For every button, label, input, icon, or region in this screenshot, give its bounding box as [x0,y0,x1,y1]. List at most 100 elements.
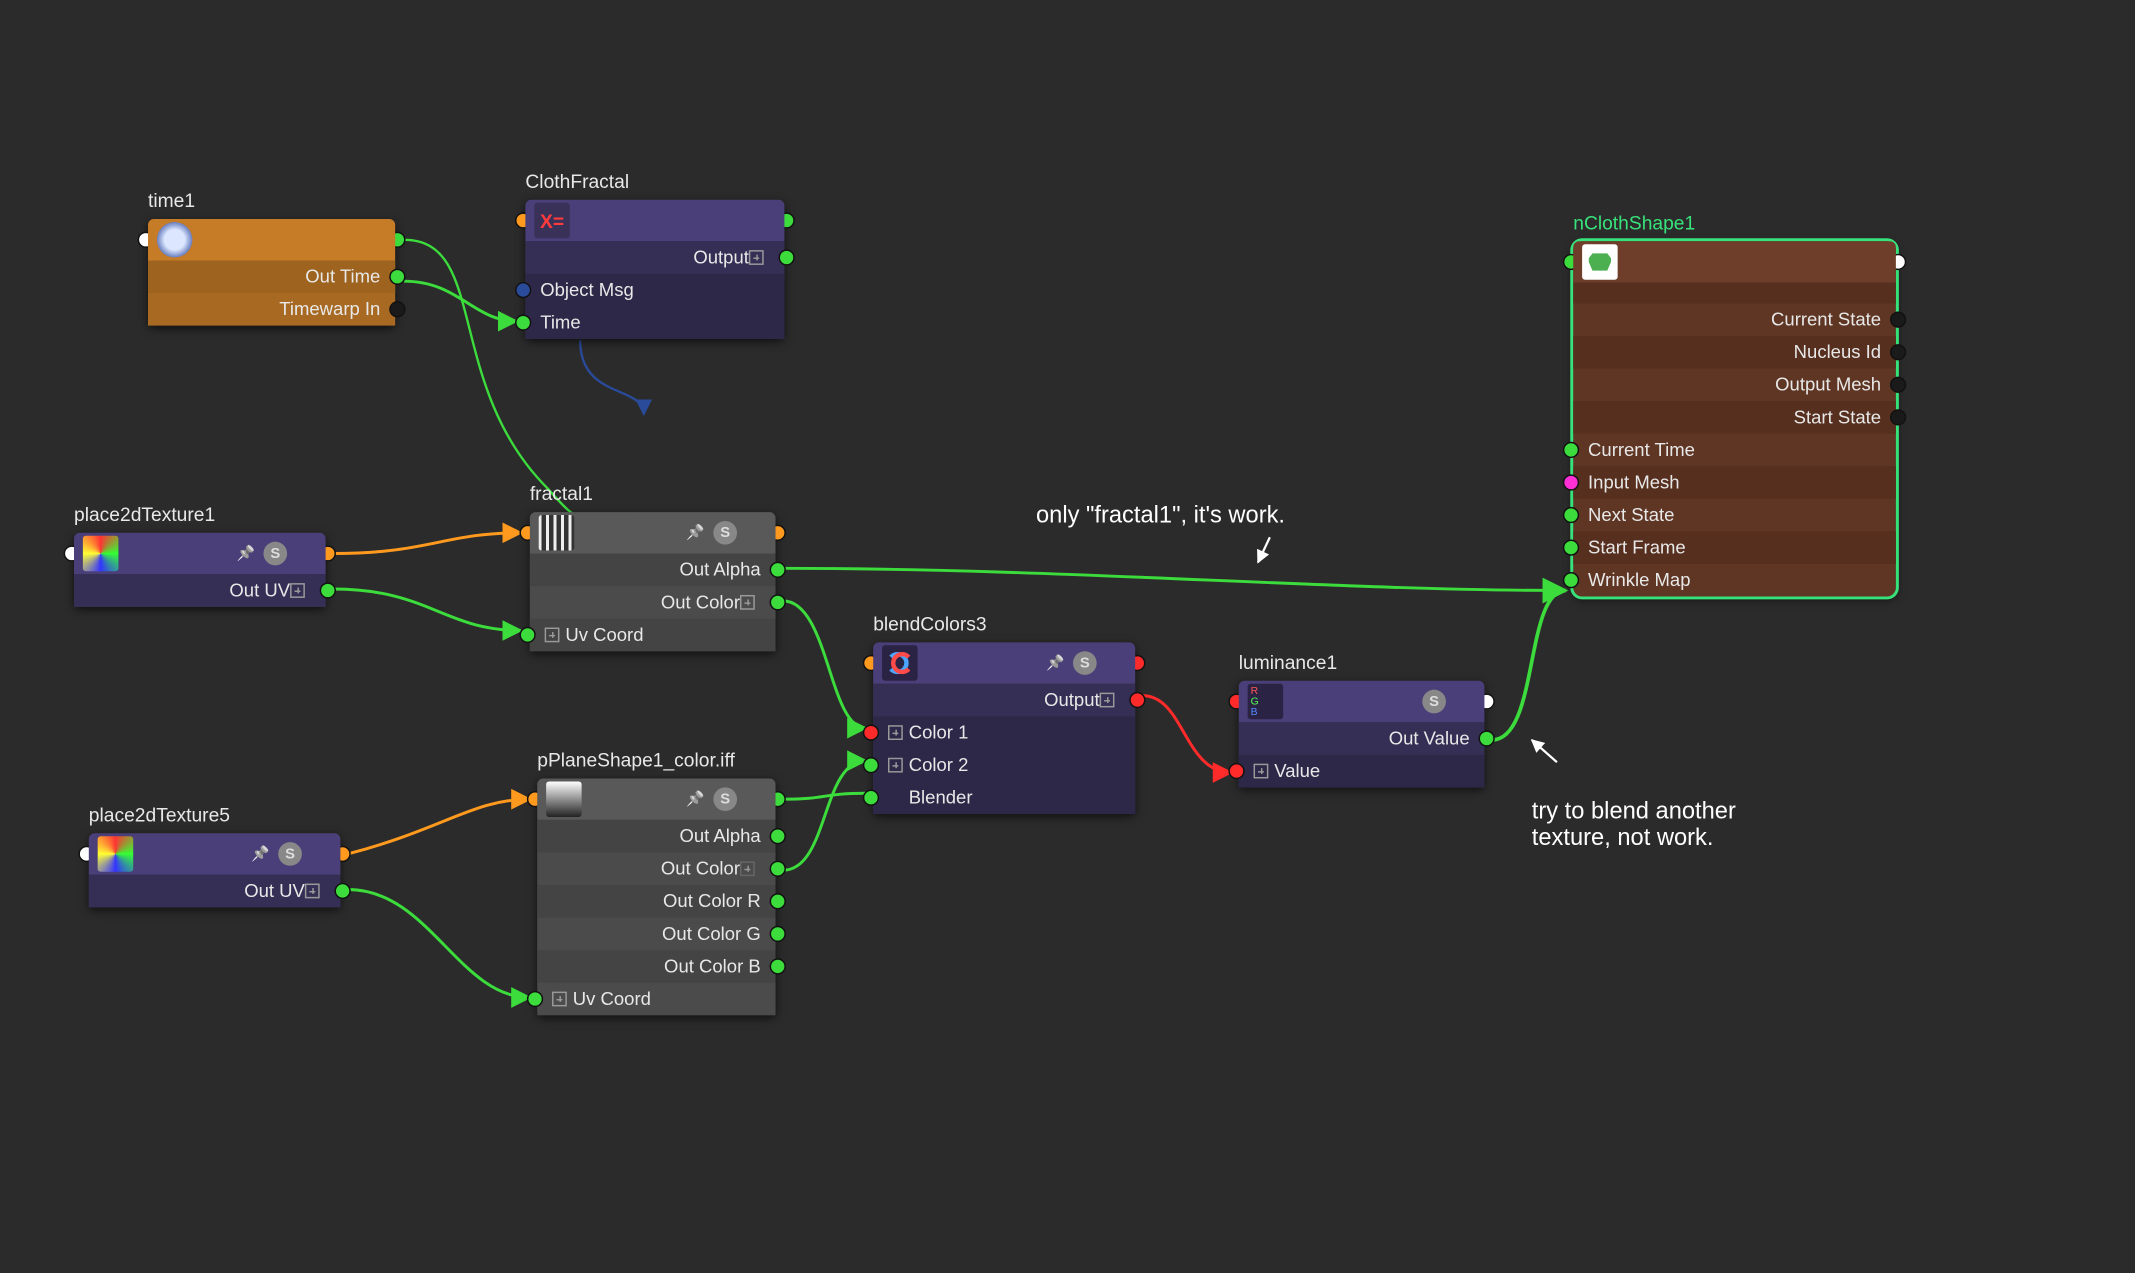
port-uv-coord[interactable] [527,991,543,1007]
attr-start-frame[interactable]: Start Frame [1573,531,1896,564]
attr-object-msg[interactable]: Object Msg [525,274,784,307]
port[interactable] [1563,474,1579,490]
port-color1[interactable] [863,724,879,740]
port[interactable] [1890,312,1906,328]
s-icon[interactable]: S [263,542,287,566]
port-value[interactable] [1228,763,1244,779]
port-output[interactable] [1129,692,1145,708]
attr-out-time[interactable]: Out Time [148,260,395,293]
node-pplaneshape1-color[interactable]: pPlaneShape1_color.iff S Out Alpha Out C… [537,778,775,1015]
port[interactable] [770,828,786,844]
pin-icon[interactable] [234,542,258,566]
node-nclothshape1[interactable]: nClothShape1 Current State Nucleus Id Ou… [1573,241,1896,596]
attr-time[interactable]: Time [525,306,784,339]
pin-icon[interactable] [249,842,273,866]
menu-icon[interactable] [308,842,332,866]
s-icon[interactable]: S [278,842,302,866]
node-title: blendColors3 [873,613,986,635]
port[interactable] [1563,507,1579,523]
port[interactable] [770,926,786,942]
attr-out-color-r[interactable]: Out Color R [537,885,775,918]
port-wrinkle-map[interactable] [1563,572,1579,588]
port-object-msg[interactable] [515,282,531,298]
attr-timewarp-in[interactable]: Timewarp In [148,293,395,326]
port[interactable] [1563,539,1579,555]
node-title: nClothShape1 [1573,212,1695,234]
port-out-alpha[interactable] [770,562,786,578]
attr-current-state[interactable]: Current State [1573,303,1896,336]
s-icon[interactable]: S [1422,690,1446,714]
attr-out-uv[interactable]: Out UV [89,875,341,908]
attr-color1[interactable]: Color 1 [873,716,1135,749]
port-time[interactable] [515,315,531,331]
attr-color2[interactable]: Color 2 [873,749,1135,782]
pin-icon[interactable] [1043,651,1067,675]
attr-out-color[interactable]: Out Color [530,586,776,619]
attr-value[interactable]: Value [1239,755,1485,788]
menu-icon[interactable] [1863,250,1887,274]
attr-out-alpha[interactable]: Out Alpha [537,820,775,853]
port-blender[interactable] [863,790,879,806]
attr-out-color-g[interactable]: Out Color G [537,918,775,951]
annotation-works: only "fractal1", it's work. [1036,503,1285,530]
menu-icon[interactable] [743,787,767,811]
attr-out-alpha[interactable]: Out Alpha [530,554,776,587]
attr-output[interactable]: Output [525,241,784,274]
port-uv-coord[interactable] [519,627,535,643]
s-icon[interactable]: S [1073,651,1097,675]
attr-output-mesh[interactable]: Output Mesh [1573,369,1896,402]
node-time1[interactable]: time1 Out Time Timewarp In [148,219,395,326]
menu-icon[interactable] [363,228,387,252]
menu-icon[interactable] [293,542,317,566]
port[interactable] [1890,344,1906,360]
port[interactable] [770,958,786,974]
port-out-value[interactable] [1479,730,1495,746]
port[interactable] [1890,409,1906,425]
port[interactable] [1890,377,1906,393]
luminance-icon: RGB [1248,684,1284,720]
port-out-uv[interactable] [320,582,336,598]
menu-icon[interactable] [1103,651,1127,675]
port-color2[interactable] [863,757,879,773]
attr-nucleus-id[interactable]: Nucleus Id [1573,336,1896,369]
attr-wrinkle-map[interactable]: Wrinkle Map [1573,564,1896,597]
s-icon[interactable]: S [713,521,737,545]
attr-next-state[interactable]: Next State [1573,499,1896,532]
attr-uv-coord[interactable]: Uv Coord [530,619,776,652]
node-luminance1[interactable]: luminance1 RGB S Out Value Value [1239,681,1485,788]
node-blendcolors3[interactable]: blendColors3 S Output Color 1 Color 2 Bl… [873,642,1135,814]
port-out-uv[interactable] [334,883,350,899]
node-clothfractal[interactable]: ClothFractal X= Output Object Msg Time [525,200,784,339]
attr-out-value[interactable]: Out Value [1239,722,1485,755]
attr-input-mesh[interactable]: Input Mesh [1573,466,1896,499]
port[interactable] [770,893,786,909]
menu-icon[interactable] [752,209,776,233]
attr-uv-coord[interactable]: Uv Coord [537,983,775,1016]
attr-out-uv[interactable]: Out UV [74,574,326,607]
attr-out-color[interactable]: Out Color [537,852,775,885]
attr-start-state[interactable]: Start State [1573,401,1896,434]
place2d-icon [98,836,134,872]
ncloth-icon [1582,244,1618,280]
attr-blender[interactable]: Blender [873,781,1135,814]
attr-current-time[interactable]: Current Time [1573,434,1896,467]
s-icon[interactable]: S [713,787,737,811]
node-place2dtexture1[interactable]: place2dTexture1 S Out UV [74,533,326,607]
attr-out-color-b[interactable]: Out Color B [537,950,775,983]
connection-wires [0,0,2131,1273]
port-out-color[interactable] [770,594,786,610]
node-title: ClothFractal [525,170,629,192]
pin-icon[interactable] [684,787,708,811]
menu-icon[interactable] [1452,690,1476,714]
port-timewarp[interactable] [389,301,405,317]
port[interactable] [770,861,786,877]
port-output[interactable] [778,249,794,265]
attr-output[interactable]: Output [873,684,1135,717]
port[interactable] [1563,442,1579,458]
fractal-thumb-icon [539,515,575,551]
node-place2dtexture5[interactable]: place2dTexture5 S Out UV [89,833,341,907]
port-out-time[interactable] [389,269,405,285]
node-fractal1[interactable]: fractal1 S Out Alpha Out Color Uv Coord [530,512,776,651]
menu-icon[interactable] [743,521,767,545]
pin-icon[interactable] [684,521,708,545]
